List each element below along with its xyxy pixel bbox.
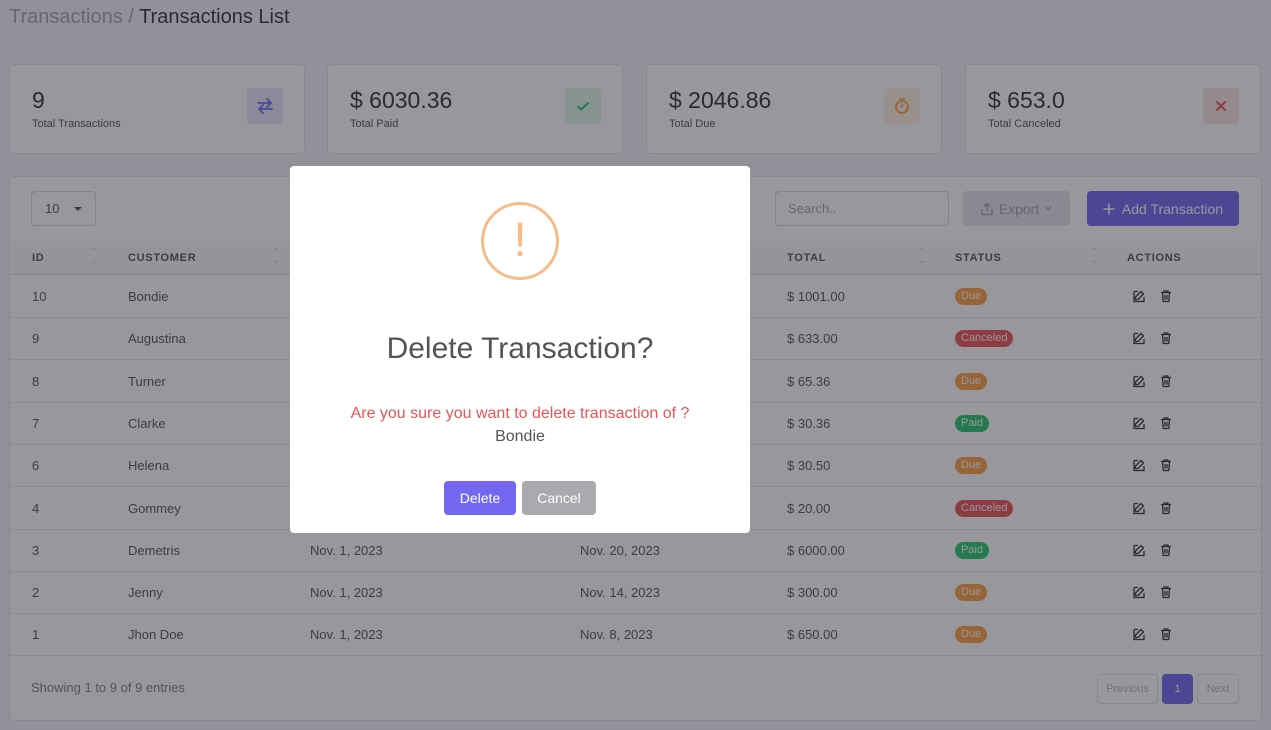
warning-icon: !: [481, 202, 559, 280]
dialog-customer-name: Bondie: [495, 428, 545, 445]
cancel-button[interactable]: Cancel: [522, 481, 596, 515]
dialog-question: Are you sure you want to delete transact…: [350, 405, 690, 422]
delete-button[interactable]: Delete: [444, 481, 516, 515]
dialog-title: Delete Transaction?: [386, 332, 654, 365]
delete-confirm-dialog: ! Delete Transaction? Are you sure you w…: [290, 166, 750, 533]
